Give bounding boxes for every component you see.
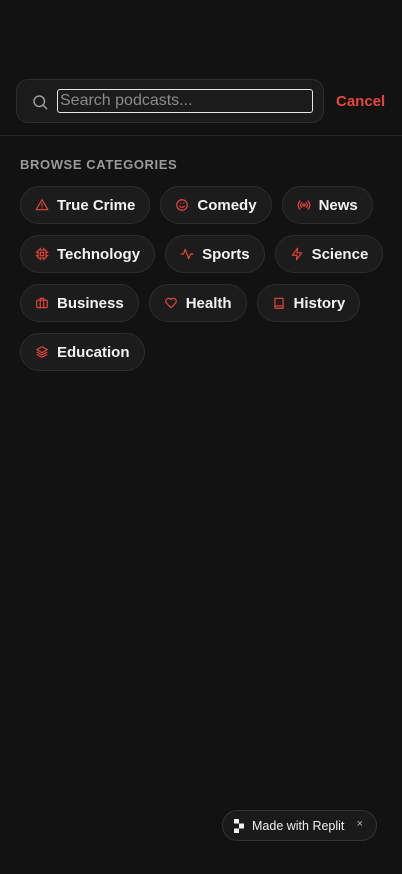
zap-icon bbox=[291, 247, 302, 261]
cpu-icon bbox=[35, 247, 49, 261]
category-label: Business bbox=[57, 294, 124, 312]
category-chip-news[interactable]: News bbox=[281, 186, 373, 224]
badge-label: Made with Replit bbox=[252, 818, 345, 833]
replit-logo-icon bbox=[234, 818, 244, 833]
category-label: Science bbox=[311, 245, 369, 263]
made-with-replit-badge[interactable]: Made with Replit × bbox=[222, 810, 377, 841]
category-chip-comedy[interactable]: Comedy bbox=[160, 186, 272, 224]
category-label: Health bbox=[185, 294, 232, 312]
heart-icon bbox=[164, 297, 177, 309]
smile-icon bbox=[176, 199, 189, 211]
close-icon[interactable]: × bbox=[357, 818, 363, 830]
category-chip-education[interactable]: Education bbox=[20, 333, 145, 371]
category-chip-technology[interactable]: Technology bbox=[20, 235, 156, 273]
radio-icon bbox=[297, 200, 310, 210]
category-label: Comedy bbox=[197, 196, 257, 214]
book-icon bbox=[273, 297, 284, 309]
category-chip-health[interactable]: Health bbox=[148, 284, 247, 322]
category-chip-sports[interactable]: Sports bbox=[165, 235, 265, 273]
category-chips: True Crime Comedy News Technology Sports… bbox=[20, 186, 390, 371]
category-label: News bbox=[318, 196, 358, 214]
category-label: Technology bbox=[57, 245, 141, 263]
search-icon bbox=[33, 95, 48, 110]
category-label: True Crime bbox=[57, 196, 136, 214]
layers-icon bbox=[36, 346, 48, 358]
search-bar bbox=[16, 79, 324, 123]
divider bbox=[0, 135, 402, 136]
category-chip-science[interactable]: Science bbox=[274, 235, 384, 273]
activity-icon bbox=[180, 248, 194, 260]
briefcase-icon bbox=[36, 297, 48, 309]
category-chip-history[interactable]: History bbox=[256, 284, 361, 322]
category-label: History bbox=[293, 294, 346, 312]
category-chip-business[interactable]: Business bbox=[20, 284, 139, 322]
section-title: BROWSE CATEGORIES bbox=[20, 157, 178, 172]
alert-triangle-icon bbox=[35, 199, 49, 211]
category-label: Education bbox=[57, 343, 130, 361]
category-chip-true-crime[interactable]: True Crime bbox=[20, 186, 151, 224]
category-label: Sports bbox=[202, 245, 250, 263]
cancel-button[interactable]: Cancel bbox=[336, 93, 385, 111]
search-input[interactable] bbox=[57, 89, 313, 113]
